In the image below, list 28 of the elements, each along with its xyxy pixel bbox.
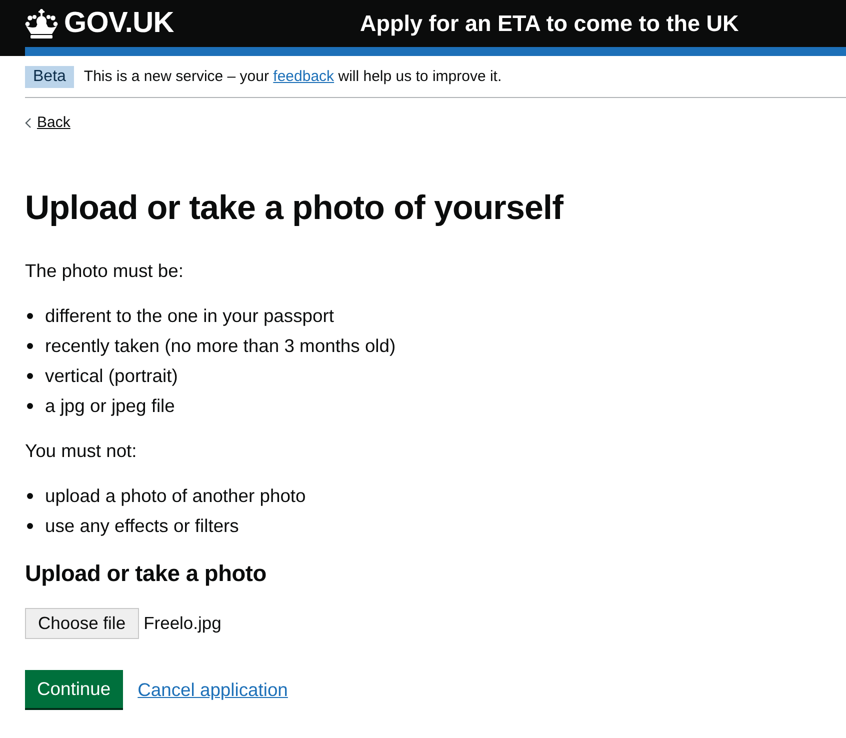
upload-label: Upload or take a photo: [25, 559, 268, 588]
bullet-icon: [27, 372, 33, 378]
bullet-icon: [27, 312, 33, 318]
feedback-link[interactable]: feedback: [273, 68, 334, 85]
list-item-text: different to the one in your passport: [45, 304, 334, 328]
list-item-text: a jpg or jpeg file: [45, 394, 175, 418]
bullet-icon: [27, 522, 33, 528]
list-item-text: upload a photo of another photo: [45, 484, 306, 508]
bullet-icon: [27, 402, 33, 408]
crown-icon: [25, 8, 58, 38]
cancel-application-link[interactable]: Cancel application: [138, 679, 288, 701]
beta-tag: Beta: [25, 66, 74, 88]
back-link[interactable]: Back: [25, 113, 70, 133]
list-item-text: use any effects or filters: [45, 514, 239, 538]
beta-message: This is a new service – your feedback will help us to improve it.: [84, 67, 502, 87]
choose-file-button[interactable]: Choose file: [25, 608, 139, 639]
intro-text: You must not:: [25, 439, 138, 463]
file-name: Freelo.jpg: [144, 613, 222, 634]
bullet-icon: [27, 342, 33, 348]
bullet-icon: [27, 492, 33, 498]
chevron-left-icon: [25, 118, 31, 128]
intro-text: The photo must be:: [25, 259, 184, 283]
page-heading: Upload or take a photo of yourself: [25, 188, 564, 228]
govuk-logo-text[interactable]: GOV.UK: [64, 7, 174, 40]
list-item-text: recently taken (no more than 3 months old): [45, 334, 396, 358]
list-item-text: vertical (portrait): [45, 364, 178, 388]
continue-button[interactable]: Continue: [25, 670, 123, 708]
service-name[interactable]: Apply for an ETA to come to the UK: [360, 10, 739, 36]
